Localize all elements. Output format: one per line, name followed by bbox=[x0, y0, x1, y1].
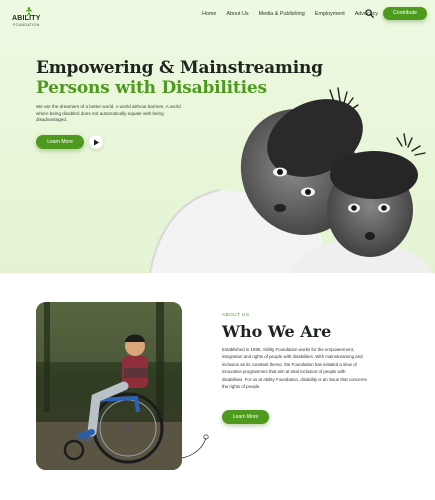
play-video-button[interactable] bbox=[89, 135, 103, 149]
hero-children-photo bbox=[149, 87, 432, 273]
menu-item-about-us[interactable]: About Us bbox=[226, 11, 248, 17]
search-icon[interactable] bbox=[365, 9, 374, 18]
main-menu: Home About Us Media & Publishing Employm… bbox=[202, 11, 388, 17]
about-learn-more-button[interactable]: Learn More bbox=[222, 410, 269, 424]
hero-learn-more-button[interactable]: Learn More bbox=[36, 135, 84, 149]
about-title: Who We Are bbox=[222, 322, 332, 341]
decorative-swirl-icon bbox=[181, 434, 209, 459]
menu-item-media-publishing[interactable]: Media & Publishing bbox=[259, 11, 305, 17]
logo-subtitle: FOUNDATION bbox=[13, 23, 40, 27]
play-icon bbox=[94, 139, 100, 145]
about-text: Established in 1995, Ability Foundation … bbox=[222, 347, 367, 390]
top-navigation: ABILITY FOUNDATION Home About Us Media &… bbox=[0, 6, 435, 28]
hero-section: ABILITY FOUNDATION Home About Us Media &… bbox=[0, 0, 435, 273]
menu-item-home[interactable]: Home bbox=[202, 11, 216, 17]
about-label: ABOUT US bbox=[222, 312, 250, 317]
menu-item-employment[interactable]: Employment bbox=[315, 11, 345, 17]
boy-in-wheelchair-illustration bbox=[36, 302, 182, 470]
hero-title-line1: Empowering & Mainstreaming bbox=[36, 58, 323, 78]
contribute-button[interactable]: Contribute bbox=[383, 7, 427, 20]
logo-wordmark: ABILITY bbox=[12, 15, 41, 22]
about-photo-boy-wheelchair bbox=[36, 302, 182, 470]
logo[interactable]: ABILITY FOUNDATION bbox=[12, 7, 46, 29]
